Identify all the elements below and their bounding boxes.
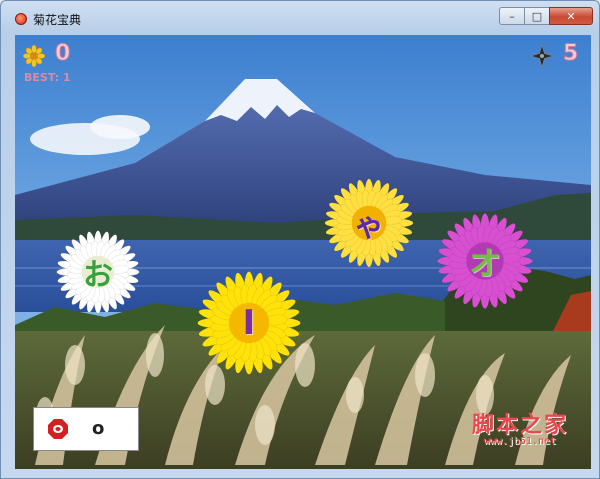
- maximize-button[interactable]: □: [524, 7, 550, 25]
- lives-value: 5: [562, 41, 579, 67]
- typing-panel[interactable]: o: [33, 407, 139, 451]
- flower-yellow-large[interactable]: I: [193, 267, 305, 379]
- chrysanthemum-icon: [23, 45, 45, 67]
- flower-magenta[interactable]: オ: [433, 209, 537, 313]
- flower-character: ゃ: [354, 209, 384, 244]
- site-watermark: 脚本之家 www.jb51.net: [455, 407, 585, 447]
- minimize-button[interactable]: –: [499, 7, 525, 25]
- flower-character: お: [83, 258, 113, 293]
- red-stop-icon[interactable]: [48, 419, 68, 439]
- flower-yellow-small[interactable]: ゃ: [321, 175, 417, 271]
- title-bar[interactable]: 菊花宝典 – □ ✕: [1, 1, 599, 40]
- game-canvas[interactable]: 0 BEST: 1 5 お I ゃ オ o 脚本之家 www.jb51.net: [15, 35, 591, 469]
- close-button[interactable]: ✕: [549, 7, 593, 25]
- window-controls: – □ ✕: [499, 7, 593, 27]
- shuriken-icon: [531, 45, 553, 67]
- app-icon: [15, 13, 27, 25]
- flower-character: I: [242, 303, 256, 343]
- watermark-title: 脚本之家: [471, 412, 568, 438]
- app-window: 菊花宝典 – □ ✕ 0 BEST: 1 5 お I ゃ オ o 脚本之家 ww…: [0, 0, 600, 479]
- best-score-label: BEST: 1: [24, 71, 71, 84]
- typed-character: o: [92, 418, 105, 439]
- flower-white[interactable]: お: [53, 227, 143, 317]
- flower-character: オ: [468, 244, 501, 282]
- menu-bar: [31, 25, 361, 40]
- score-value: 0: [54, 41, 71, 67]
